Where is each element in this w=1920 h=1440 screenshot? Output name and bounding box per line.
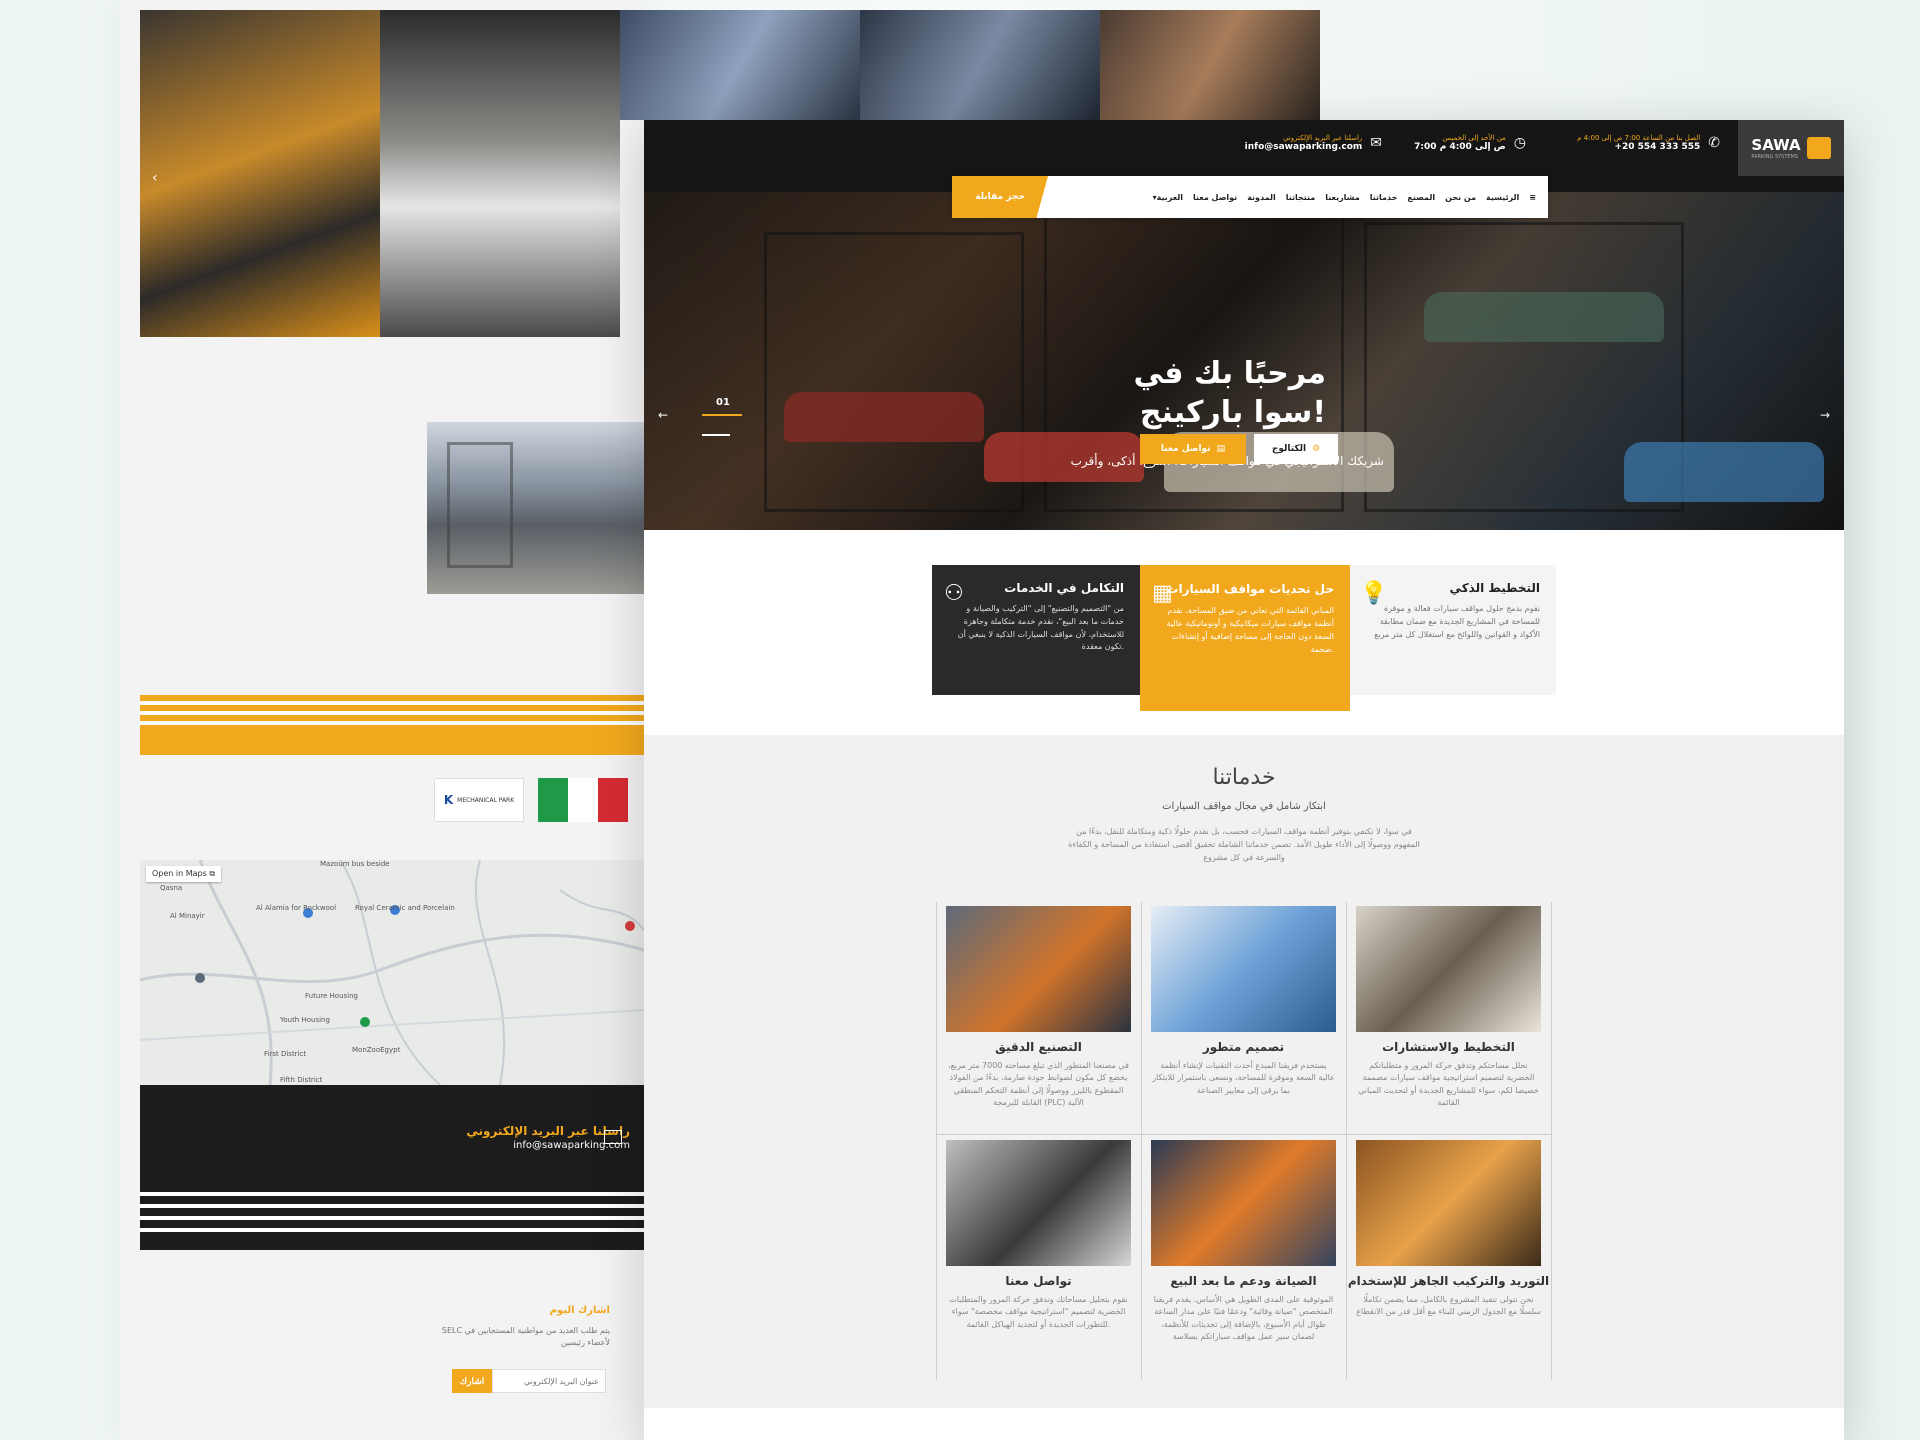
feature-card-parking-challenges: ▦ حل تحديات مواقف السيارات المباني القائ…: [1140, 565, 1350, 711]
nav-home[interactable]: الرئيسية: [1486, 193, 1519, 202]
footer-stripes: [140, 1192, 644, 1232]
service-card-planning[interactable]: التخطيط والاستشارات نحلل مساحتكم وتدفق ح…: [1346, 902, 1551, 1110]
slide-number: 01: [716, 397, 730, 408]
project-photo-suv: [380, 10, 620, 337]
feature-card-service-integration: ⚇ التكامل في الخدمات من "التصميم والتصني…: [932, 565, 1140, 695]
map-label: First District: [264, 1050, 307, 1058]
service-card-maintenance[interactable]: الصيانة ودعم ما بعد البيع الموثوقية على …: [1141, 1136, 1346, 1344]
location-map[interactable]: Open in Maps ⧉ Mazoum bus beside Al Alam…: [140, 860, 644, 1085]
hero-section: مرحبًا بك في سوا باركينج! شريكك الاسترات…: [644, 192, 1844, 530]
hero-next-arrow-icon[interactable]: →: [1820, 408, 1830, 422]
brand-logo[interactable]: SAWA PARKING SYSTEMS: [1738, 120, 1844, 176]
logo-mark-icon: [1806, 137, 1831, 159]
nav-projects[interactable]: مشاريعنا: [1325, 193, 1360, 202]
next-section-start: [644, 1408, 1844, 1440]
nav-factory[interactable]: المصنع: [1407, 193, 1435, 202]
newsletter-email-input[interactable]: [492, 1369, 606, 1393]
slide-indicator[interactable]: [702, 434, 730, 436]
topbar-email[interactable]: راسلنا عبر البريد الإلكتروني info@sawapa…: [1245, 134, 1382, 152]
services-description: في سوا، لا نكتفي بتوفير أنظمة مواقف السي…: [1068, 827, 1420, 862]
map-label: Youth Housing: [280, 1016, 330, 1024]
brand-tagline: PARKING SYSTEMS: [1751, 154, 1799, 160]
map-label: Mazoum bus beside: [320, 860, 390, 868]
book-meeting-button[interactable]: حجز مقابلة: [952, 176, 1048, 218]
envelope-icon: ✉: [1370, 135, 1382, 151]
front-page: SAWA PARKING SYSTEMS الصل بنا من الساعة …: [644, 120, 1844, 1440]
nav-about[interactable]: من نحن: [1445, 193, 1476, 202]
map-label: Al Alamia for Rockwool: [256, 904, 337, 912]
topbar-phone[interactable]: الصل بنا من الساعة 7:00 ص إلى 4:00 م +20…: [1577, 134, 1720, 152]
services-grid: التخطيط والاستشارات نحلل مساحتكم وتدفق ح…: [936, 902, 1552, 1380]
clock-icon: ◷: [1513, 135, 1526, 151]
menu-icon[interactable]: ≡: [1529, 193, 1536, 202]
footer-email-link[interactable]: info@sawaparking.com: [390, 1140, 630, 1151]
building-icon: ▦: [1152, 581, 1173, 606]
days-label: من الأحد إلى الخميس: [1442, 134, 1506, 142]
main-navigation: حجز مقابلة ≡ الرئيسية من نحن المصنع خدما…: [952, 176, 1548, 218]
service-image: [1151, 1140, 1336, 1266]
service-card-contact[interactable]: تواصل معنا نقوم بتحليل مساحاتك وتدفق حرك…: [936, 1136, 1141, 1331]
service-image: [946, 906, 1131, 1032]
service-image: [1151, 906, 1336, 1032]
map-label: Al Minayir: [170, 912, 205, 920]
hero-title: مرحبًا بك في سوا باركينج!: [1133, 356, 1326, 430]
hours-label: الصل بنا من الساعة 7:00 ص إلى 4:00 م: [1577, 134, 1701, 142]
newsletter-description: SELC يتم طلب العديد من مواطنية المستجابي…: [441, 1326, 610, 1347]
service-card-design[interactable]: تصميم متطور يستخدم فريقنا المبدع أحدث ال…: [1141, 902, 1346, 1097]
project-photo-4: [860, 10, 1100, 120]
nav-products[interactable]: منتجاتنا: [1286, 193, 1316, 202]
footer-email-title: راسلنا عبر البريد الإلكتروني: [466, 1124, 630, 1138]
yellow-stripe-band: [140, 695, 644, 755]
map-label: Qasna: [160, 884, 183, 892]
project-photo-5: [1100, 10, 1320, 120]
newsletter-submit-button[interactable]: اشارك: [452, 1369, 492, 1393]
service-image: [1356, 906, 1541, 1032]
parking-tower-image: [427, 422, 644, 594]
mail-icon: [604, 1130, 622, 1144]
nav-blog[interactable]: المدونة: [1247, 193, 1276, 202]
form-icon: ▤: [1216, 444, 1226, 454]
topbar-hours: من الأحد إلى الخميس 7:00 ص إلى 4:00 م ◷: [1414, 134, 1526, 152]
map-label: MonZooEgypt: [352, 1046, 401, 1054]
service-card-manufacturing[interactable]: التصنيع الدقيق في مصنعنا المتطور الذي تب…: [936, 902, 1141, 1110]
gallery-prev-arrow-icon[interactable]: ‹: [152, 170, 158, 186]
services-title: خدماتنا: [1212, 765, 1276, 790]
slide-indicator-active[interactable]: [702, 414, 742, 416]
contact-us-button[interactable]: تواصل معنا ▤: [1140, 434, 1246, 464]
nav-services[interactable]: خدماتنا: [1370, 193, 1398, 202]
phone-icon: ✆: [1708, 135, 1720, 151]
italy-flag: [538, 778, 628, 822]
working-hours: 7:00 ص إلى 4:00 م: [1414, 142, 1506, 152]
project-photo-3: [620, 10, 860, 120]
service-image: [946, 1140, 1131, 1266]
open-in-maps-button[interactable]: Open in Maps ⧉: [146, 866, 222, 882]
phone-number: +20 554 333 555: [1614, 142, 1701, 152]
gear-icon: ⚙: [1312, 444, 1321, 454]
map-label: Fifth District: [280, 1076, 323, 1084]
project-photo-lift: [140, 10, 380, 337]
lightbulb-icon: 💡: [1360, 581, 1388, 606]
service-card-installation[interactable]: التوريد والتركيب الجاهز للإستخدام نحن نت…: [1346, 1136, 1551, 1319]
services-subtitle: ابتكار شامل في مجال مواقف السيارات: [1162, 801, 1326, 812]
feature-card-smart-planning: 💡 التخطيط الذكي نقوم بدمج حلول مواقف سيا…: [1348, 565, 1556, 695]
language-switcher[interactable]: ▾العربية: [1153, 193, 1183, 202]
nav-contact[interactable]: تواصل معنا: [1193, 193, 1237, 202]
map-label: Royal Ceramic and Porcelain: [355, 904, 455, 912]
partner-logo-mechanical-park: K MECHANICAL PARK: [434, 778, 524, 822]
email-address: info@sawaparking.com: [1244, 142, 1363, 152]
brand-name: SAWA: [1751, 136, 1801, 154]
newsletter-title: اشارك اليوم: [549, 1305, 610, 1316]
hero-prev-arrow-icon[interactable]: ←: [658, 408, 668, 422]
email-label: راسلنا عبر البريد الإلكتروني: [1282, 134, 1363, 142]
map-label: Future Housing: [305, 992, 358, 1000]
support-icon: ⚇: [944, 581, 964, 606]
service-image: [1356, 1140, 1541, 1266]
catalog-button[interactable]: الكتالوج ⚙: [1254, 434, 1338, 464]
